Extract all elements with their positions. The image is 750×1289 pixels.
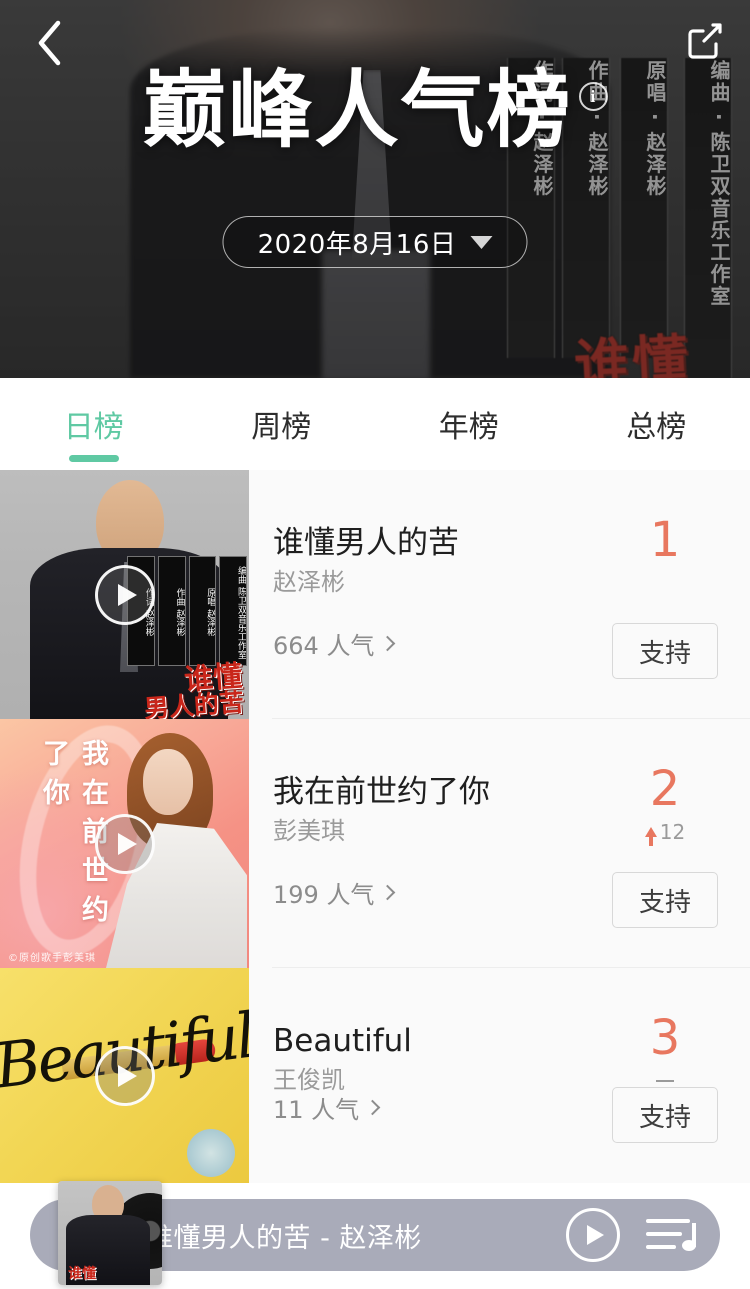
rank-column: 2 12 支持	[580, 719, 750, 968]
chevron-right-icon	[380, 635, 396, 652]
ranking-page: 作词 · 赵泽彬 作曲 · 赵泽彬 原唱 · 赵泽彬 编曲 · 陈卫双音乐工作室…	[0, 0, 750, 1289]
song-title: 谁懂男人的苦	[273, 525, 459, 561]
hero-overlay-scrim	[0, 0, 750, 378]
rank-number: 3	[649, 1010, 681, 1066]
tab-label: 日榜	[63, 410, 124, 445]
tab-label: 年榜	[438, 410, 499, 445]
table-row[interactable]: Beautiful Beautiful 王俊凯 11 人气 3 支持	[0, 968, 750, 1183]
tab-label: 周榜	[251, 410, 312, 445]
song-artist: 赵泽彬	[273, 568, 345, 597]
song-artwork[interactable]: 我在前世约了你 ©原创歌手彭美琪	[0, 719, 249, 968]
table-row[interactable]: 我在前世约了你 ©原创歌手彭美琪 我在前世约了你 彭美琪 199 人气 2 12	[0, 719, 750, 968]
popularity-link[interactable]: 11 人气	[273, 1090, 381, 1125]
tab-weekly[interactable]: 周榜	[188, 378, 376, 470]
artwork-credit-column: 作曲 赵泽彬	[157, 556, 186, 666]
song-meta: 我在前世约了你 彭美琪 199 人气	[249, 719, 580, 968]
tab-daily[interactable]: 日榜	[0, 378, 188, 470]
playlist-music-icon[interactable]	[646, 1213, 698, 1257]
chevron-right-icon	[364, 1099, 381, 1116]
tab-yearly[interactable]: 年榜	[375, 378, 563, 470]
popularity-value: 664 人气	[273, 632, 375, 660]
artwork-credit-column: 编曲 陈卫双音乐工作室	[219, 556, 247, 666]
rank-number: 1	[649, 512, 681, 568]
share-button[interactable]	[674, 12, 734, 70]
date-selector[interactable]: 2020年8月16日	[222, 216, 528, 268]
play-icon[interactable]	[94, 564, 155, 625]
back-button[interactable]	[20, 14, 80, 72]
rank-delta: 12	[644, 819, 686, 846]
support-button[interactable]: 支持	[612, 1087, 718, 1143]
now-playing-title: 谁懂男人的苦 - 赵泽彬	[146, 1222, 422, 1254]
dash-flat-icon	[656, 1079, 674, 1083]
rank-period-tabs: 日榜 周榜 年榜 总榜	[0, 378, 750, 470]
artwork-title-line2: 男人的苦	[143, 686, 245, 719]
artwork-credit-column: 原唱 赵泽彬	[188, 556, 217, 666]
song-artist: 彭美琪	[273, 817, 345, 846]
song-meta: 谁懂男人的苦 赵泽彬 664 人气	[249, 470, 580, 719]
song-title: 我在前世约了你	[273, 774, 490, 810]
arrow-up-icon	[644, 827, 657, 846]
table-row[interactable]: 作词 赵泽彬 作曲 赵泽彬 原唱 赵泽彬 编曲 陈卫双音乐工作室 谁懂 男人的苦…	[0, 470, 750, 719]
support-button[interactable]: 支持	[612, 872, 718, 928]
ranking-list: 作词 赵泽彬 作曲 赵泽彬 原唱 赵泽彬 编曲 陈卫双音乐工作室 谁懂 男人的苦…	[0, 470, 750, 1183]
chevron-left-icon	[38, 20, 61, 66]
player-art-title: 谁懂	[68, 1266, 96, 1282]
popularity-link[interactable]: 199 人气	[273, 875, 396, 910]
play-icon[interactable]	[94, 813, 155, 874]
popularity-link[interactable]: 664 人气	[273, 626, 396, 661]
artwork-credit: ©原创歌手彭美琪	[8, 953, 96, 964]
song-artwork[interactable]: 作词 赵泽彬 作曲 赵泽彬 原唱 赵泽彬 编曲 陈卫双音乐工作室 谁懂 男人的苦	[0, 470, 249, 719]
page-title: 巅峰人气榜	[142, 61, 573, 159]
popularity-value: 199 人气	[273, 881, 375, 909]
mini-player-bar[interactable]: 谁懂 谁懂男人的苦 - 赵泽彬	[30, 1181, 720, 1285]
play-icon[interactable]	[566, 1208, 620, 1262]
rank-column: 3 支持	[580, 968, 750, 1183]
tab-overall[interactable]: 总榜	[563, 378, 750, 470]
rank-column: 1 支持	[580, 470, 750, 719]
share-external-icon	[688, 23, 722, 59]
chevron-right-icon	[380, 884, 396, 901]
song-artwork[interactable]: Beautiful	[0, 968, 249, 1183]
support-button[interactable]: 支持	[612, 623, 718, 679]
popularity-value: 11 人气	[273, 1096, 360, 1124]
artwork-title-text: 谁懂 男人的苦	[141, 658, 245, 719]
date-selector-label: 2020年8月16日	[257, 229, 457, 260]
rank-number: 2	[649, 761, 681, 817]
player-album-art[interactable]: 谁懂	[58, 1181, 162, 1285]
play-icon[interactable]	[94, 1045, 155, 1106]
info-icon[interactable]: i	[578, 82, 608, 111]
song-meta: Beautiful 王俊凯 11 人气	[249, 968, 580, 1183]
hero-banner: 作词 · 赵泽彬 作曲 · 赵泽彬 原唱 · 赵泽彬 编曲 · 陈卫双音乐工作室…	[0, 0, 750, 378]
song-title: Beautiful	[273, 1023, 412, 1059]
caret-down-icon	[470, 235, 493, 249]
tab-label: 总榜	[626, 410, 687, 445]
rank-delta-value: 12	[659, 820, 686, 844]
